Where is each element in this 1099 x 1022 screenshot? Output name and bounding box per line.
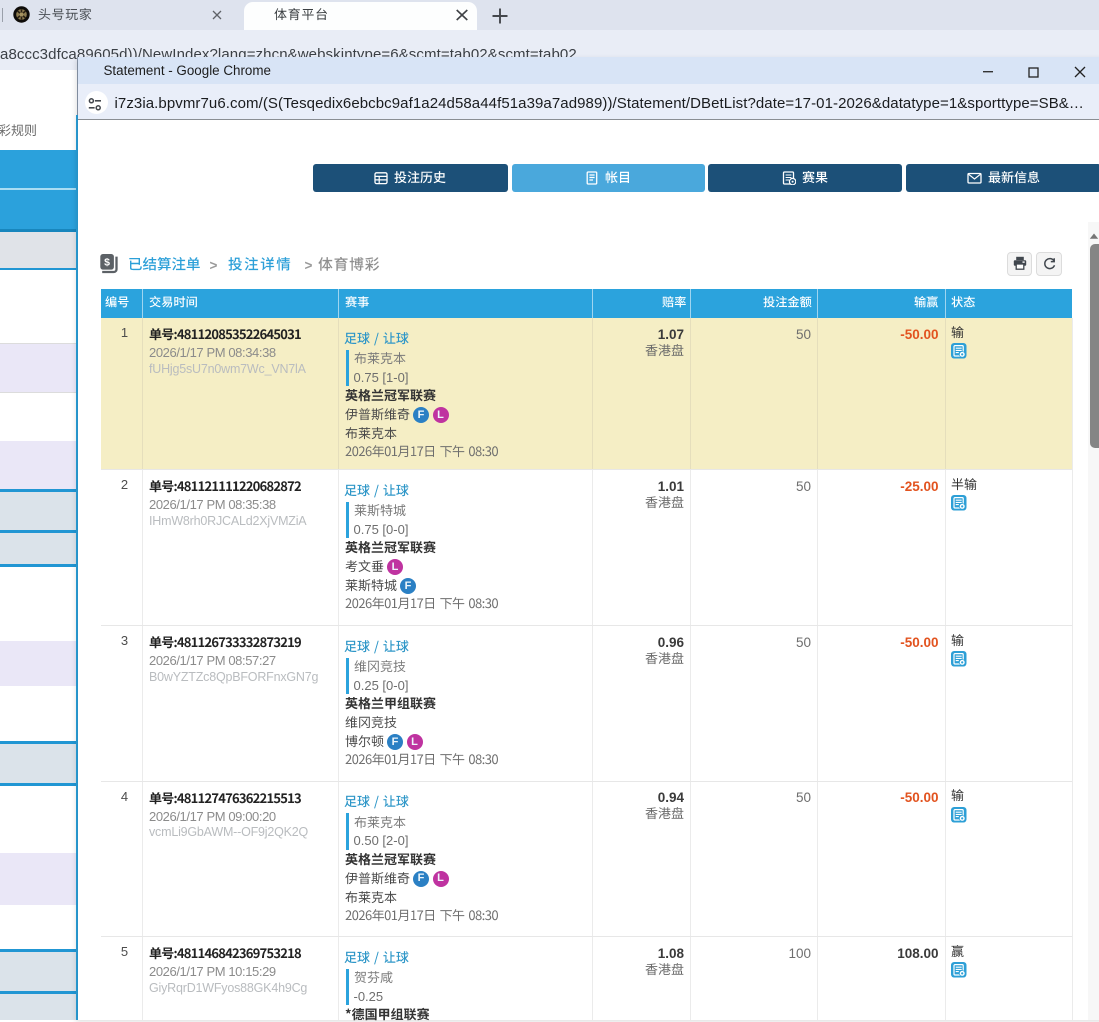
svg-text:$: $ [104,256,110,268]
